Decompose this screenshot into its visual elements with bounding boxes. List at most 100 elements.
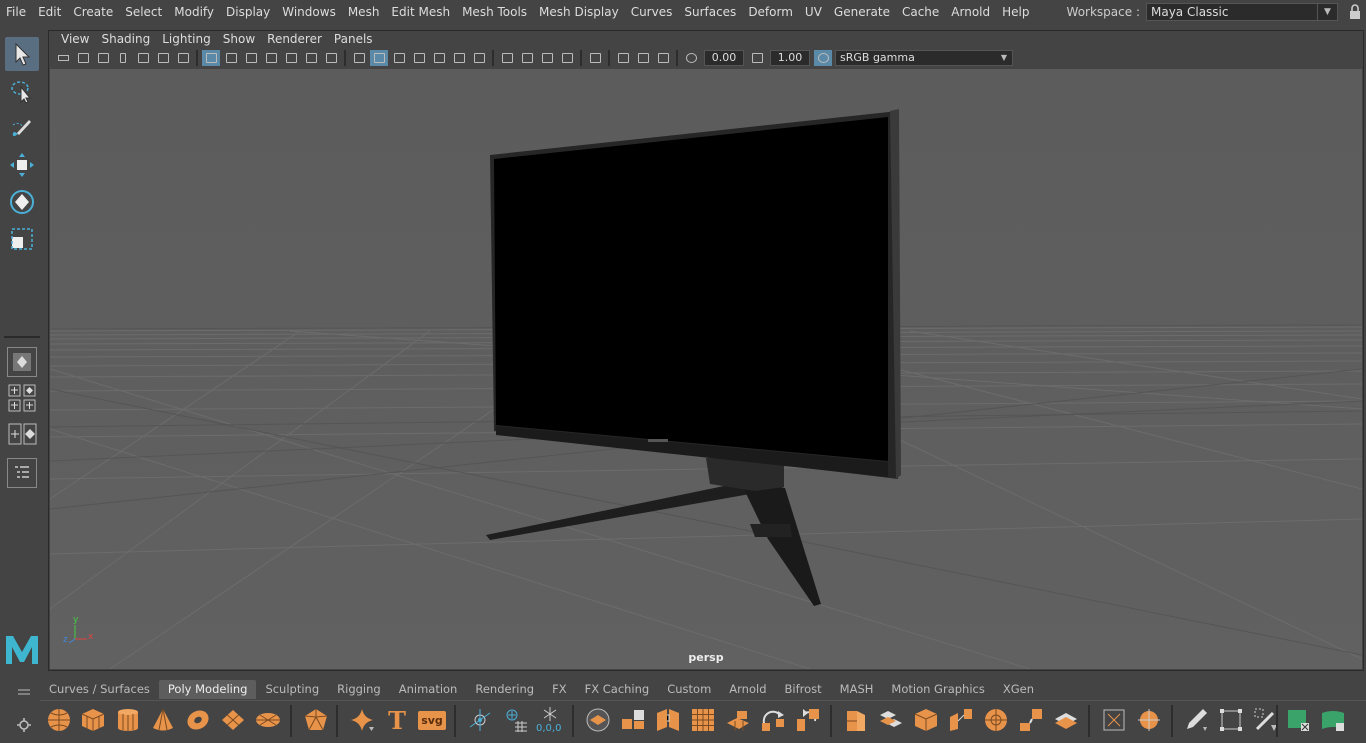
menu-surfaces[interactable]: Surfaces [678, 4, 742, 20]
combine-icon[interactable] [583, 705, 613, 735]
menu-mesh-tools[interactable]: Mesh Tools [456, 4, 533, 20]
separate-icon[interactable] [618, 705, 648, 735]
menu-mesh-display[interactable]: Mesh Display [533, 4, 625, 20]
shelf-tab-custom[interactable]: Custom [658, 680, 720, 699]
gamma-field[interactable]: 1.00 [770, 50, 810, 66]
lasso-select-tool-button[interactable] [5, 74, 39, 108]
shelf-tab-rigging[interactable]: Rigging [328, 680, 390, 699]
menu-arnold[interactable]: Arnold [945, 4, 996, 20]
svg-icon[interactable]: svg [417, 705, 447, 735]
move-tool-button[interactable] [5, 148, 39, 182]
image-plane-icon[interactable] [134, 50, 152, 66]
wireframe-icon[interactable] [350, 50, 368, 66]
single-perspective-layout-button[interactable] [7, 347, 37, 377]
uv-layout-icon[interactable] [1283, 705, 1313, 735]
poly-sphere-icon[interactable] [44, 705, 74, 735]
menu-modify[interactable]: Modify [168, 4, 220, 20]
depth-of-field-icon[interactable] [558, 50, 576, 66]
isolate-select-icon[interactable] [586, 50, 604, 66]
shelf-tab-motion-graphics[interactable]: Motion Graphics [882, 680, 993, 699]
shelf-tab-rendering[interactable]: Rendering [466, 680, 543, 699]
smooth-icon[interactable] [688, 705, 718, 735]
poly-cone-icon[interactable] [148, 705, 178, 735]
platonic-solid-icon[interactable] [301, 705, 331, 735]
safe-action-icon[interactable] [302, 50, 320, 66]
poly-cylinder-icon[interactable] [113, 705, 143, 735]
shelf-tab-mash[interactable]: MASH [831, 680, 883, 699]
offset-grid-icon[interactable] [500, 705, 530, 735]
connect-icon[interactable] [1016, 705, 1046, 735]
menu-curves[interactable]: Curves [625, 4, 679, 20]
shelf-tab-sculpting[interactable]: Sculpting [256, 680, 328, 699]
snowflake-coord-icon[interactable]: 0,0,0 [535, 705, 565, 735]
poly-plane-icon[interactable] [218, 705, 248, 735]
shelf-tab-animation[interactable]: Animation [390, 680, 467, 699]
gear-icon[interactable] [17, 718, 31, 732]
multi-cut-icon[interactable] [946, 705, 976, 735]
xray-icon[interactable] [614, 50, 632, 66]
menu-deform[interactable]: Deform [742, 4, 799, 20]
menu-mesh[interactable]: Mesh [342, 4, 386, 20]
xray-joints-icon[interactable] [654, 50, 672, 66]
menu-cache[interactable]: Cache [896, 4, 945, 20]
workspace-dropdown[interactable]: Maya Classic ▼ [1146, 3, 1338, 21]
menu-edit[interactable]: Edit [32, 4, 67, 20]
perspective-viewport[interactable]: y x z persp [50, 69, 1362, 669]
menu-edit-mesh[interactable]: Edit Mesh [385, 4, 456, 20]
film-gate-icon[interactable] [222, 50, 240, 66]
gamma-icon[interactable] [748, 50, 766, 66]
bookmark-icon[interactable] [114, 50, 132, 66]
select-camera-icon[interactable] [54, 50, 72, 66]
super-shape-icon[interactable] [347, 705, 377, 735]
menu-uv[interactable]: UV [799, 4, 828, 20]
menu-create[interactable]: Create [67, 4, 119, 20]
bookmarks-icon[interactable] [94, 50, 112, 66]
camera-attributes-icon[interactable] [74, 50, 92, 66]
target-weld-icon[interactable] [981, 705, 1011, 735]
shelf-tab-curves-surfaces[interactable]: Curves / Surfaces [40, 680, 159, 699]
panel-menu-lighting[interactable]: Lighting [156, 32, 217, 46]
quad-draw-icon[interactable] [1051, 705, 1081, 735]
shelf-tab-fx-caching[interactable]: FX Caching [576, 680, 659, 699]
safe-title-icon[interactable] [322, 50, 340, 66]
menu-windows[interactable]: Windows [276, 4, 342, 20]
wireframe-on-shaded-icon[interactable] [410, 50, 428, 66]
scale-tool-button[interactable] [5, 222, 39, 256]
shelf-tab-bifrost[interactable]: Bifrost [776, 680, 831, 699]
grid-toggle-icon[interactable] [202, 50, 220, 66]
xray-active-icon[interactable] [634, 50, 652, 66]
screen-space-ao-icon[interactable] [498, 50, 516, 66]
panel-menu-renderer[interactable]: Renderer [261, 32, 328, 46]
shelf-tab-fx[interactable]: FX [543, 680, 576, 699]
panel-menu-view[interactable]: View [55, 32, 95, 46]
use-all-lights-icon[interactable] [450, 50, 468, 66]
view-transform-dropdown[interactable]: sRGB gamma ▼ [835, 50, 1013, 66]
exposure-field[interactable]: 0.00 [704, 50, 744, 66]
pencil-icon[interactable] [1181, 705, 1211, 735]
select-tool-button[interactable] [5, 37, 39, 71]
menu-help[interactable]: Help [996, 4, 1035, 20]
default-material-icon[interactable] [390, 50, 408, 66]
multisample-aa-icon[interactable] [538, 50, 556, 66]
edit-pencil-icon[interactable] [174, 50, 192, 66]
sweep-mesh-icon[interactable] [465, 705, 495, 735]
menu-display[interactable]: Display [220, 4, 276, 20]
exposure-icon[interactable] [682, 50, 700, 66]
two-view-layout-button[interactable] [8, 423, 38, 445]
shelf-tab-arnold[interactable]: Arnold [720, 680, 775, 699]
four-view-layout-button[interactable] [8, 384, 38, 414]
field-chart-icon[interactable] [282, 50, 300, 66]
boolean-icon[interactable] [876, 705, 906, 735]
bevel-icon[interactable] [793, 705, 823, 735]
color-management-toggle-icon[interactable] [814, 50, 832, 66]
lock-icon[interactable] [1344, 3, 1366, 21]
shelf-tab-xgen[interactable]: XGen [994, 680, 1043, 699]
panel-menu-show[interactable]: Show [217, 32, 261, 46]
planar-map-icon[interactable] [1134, 705, 1164, 735]
outliner-button[interactable] [7, 458, 37, 488]
type-text-icon[interactable]: T [382, 705, 412, 735]
extract-icon[interactable] [653, 705, 683, 735]
textured-icon[interactable] [430, 50, 448, 66]
poly-cube-icon[interactable] [78, 705, 108, 735]
menu-select[interactable]: Select [119, 4, 168, 20]
